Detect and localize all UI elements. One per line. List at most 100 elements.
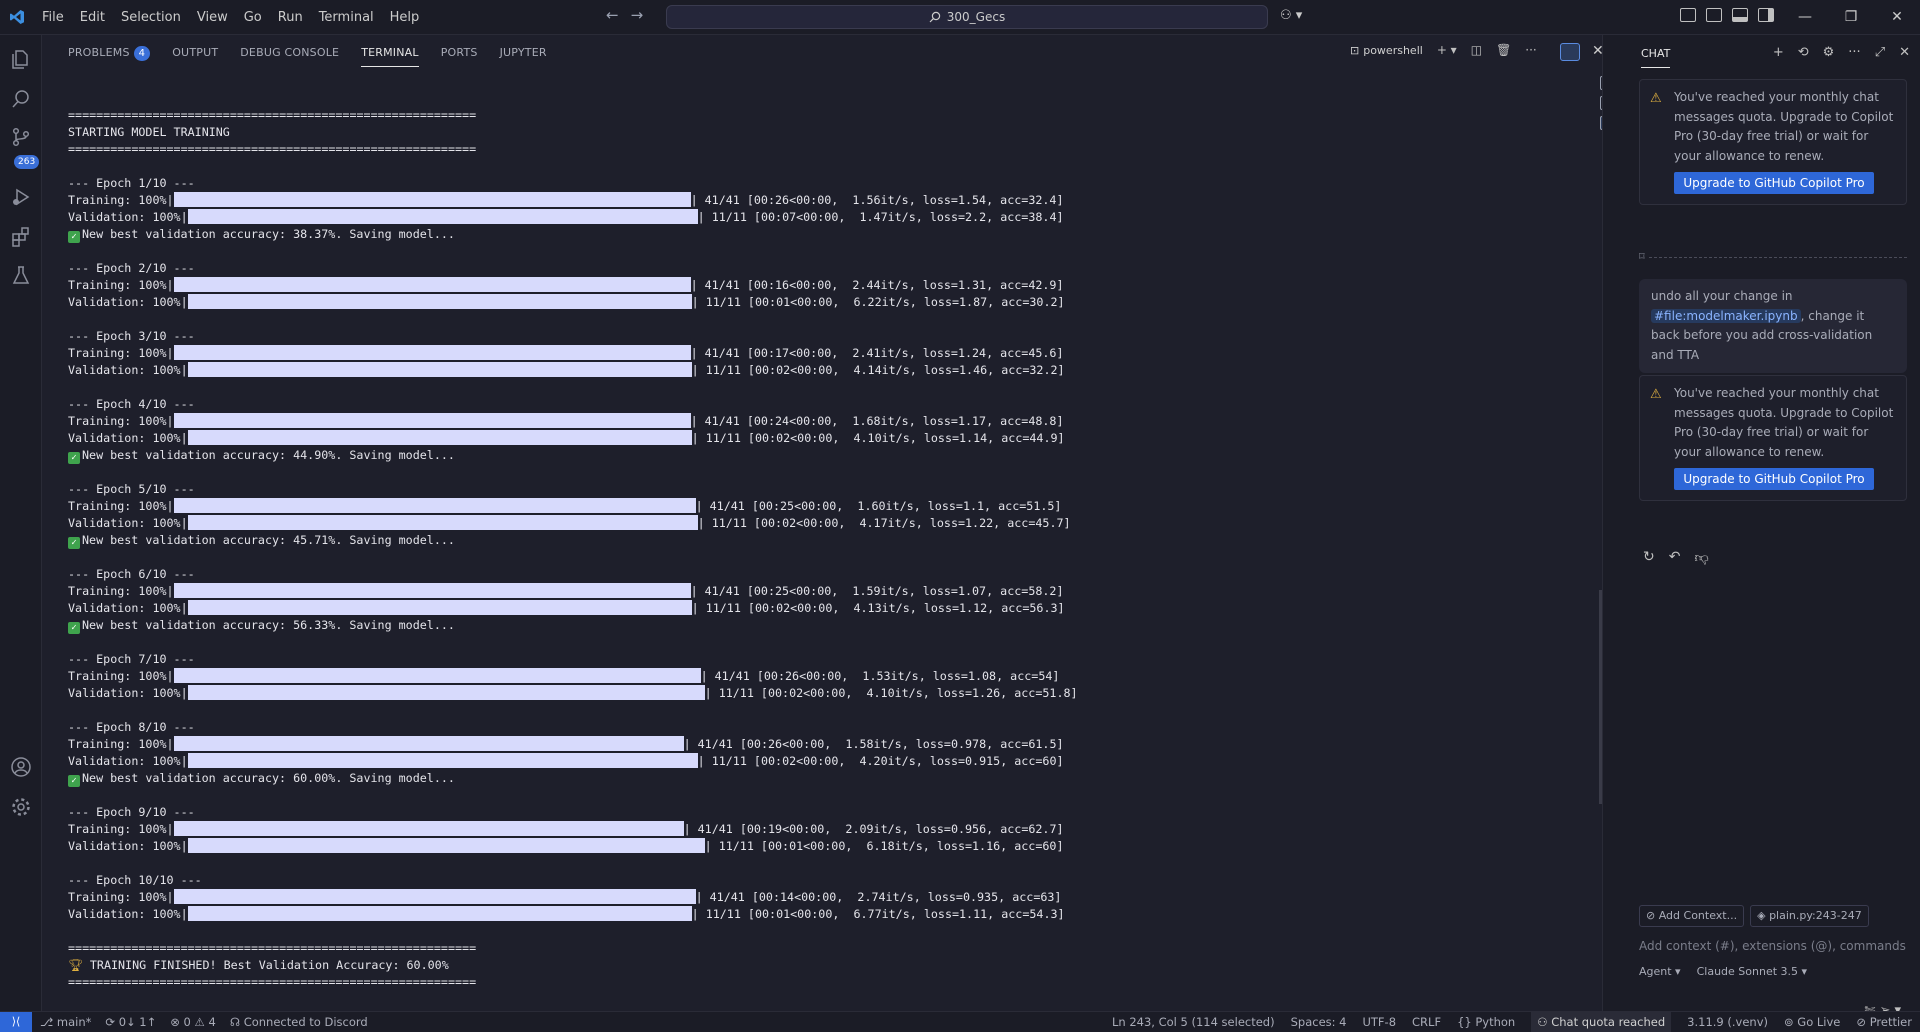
bottom-panel: PROBLEMS 4 OUTPUT DEBUG CONSOLE TERMINAL …: [42, 35, 1620, 1011]
upgrade-button[interactable]: Upgrade to GitHub Copilot Pro: [1674, 172, 1874, 194]
problems-indicator[interactable]: ⊗ 0 ⚠ 4: [170, 1012, 216, 1032]
menu-selection[interactable]: Selection: [113, 0, 189, 35]
validation-progress-bar: [187, 209, 698, 224]
explorer-icon[interactable]: [9, 47, 33, 71]
tab-output[interactable]: OUTPUT: [172, 35, 218, 71]
menu-view[interactable]: View: [189, 0, 236, 35]
file-reference-link[interactable]: #file:modelmaker.ipynb: [1651, 308, 1801, 323]
tab-terminal[interactable]: TERMINAL: [361, 35, 419, 71]
file-context-chip[interactable]: ◈ plain.py:243-247: [1750, 905, 1869, 927]
training-progress-bar: [173, 413, 691, 428]
layout-custom-icon[interactable]: [1680, 8, 1696, 22]
python-interpreter[interactable]: 3.11.9 (.venv): [1687, 1012, 1768, 1032]
search-icon[interactable]: [9, 87, 33, 111]
discord-status[interactable]: ☊ Connected to Discord: [230, 1012, 368, 1032]
encoding[interactable]: UTF-8: [1362, 1012, 1396, 1032]
chat-panel: CHAT + ⟲ ⚙ ··· ⤢ ✕ ⚠ You've reached your…: [1602, 35, 1920, 1018]
tab-problems[interactable]: PROBLEMS 4: [68, 35, 151, 71]
toggle-secondary-sidebar-icon[interactable]: [1758, 8, 1774, 22]
tab-jupyter[interactable]: JUPYTER: [500, 35, 547, 71]
menu-terminal[interactable]: Terminal: [311, 0, 382, 35]
retry-icon[interactable]: ↻: [1643, 549, 1655, 566]
new-chat-icon[interactable]: +: [1773, 45, 1784, 60]
progress-stats: | 11/11 [00:01<00:00, 6.22it/s, loss=1.8…: [691, 295, 1065, 309]
maximize-panel-icon[interactable]: [1560, 43, 1580, 61]
sync-indicator[interactable]: ⟳ 0↓ 1↑: [105, 1012, 156, 1032]
forward-arrow-icon[interactable]: →: [631, 6, 644, 24]
command-center-search[interactable]: 300_Gecs: [666, 5, 1268, 29]
status-bar: ⟩⟨ ⎇ main* ⟳ 0↓ 1↑ ⊗ 0 ⚠ 4 ☊ Connected t…: [0, 1011, 1920, 1032]
training-progress-bar: [173, 668, 701, 683]
branch-indicator[interactable]: ⎇ main*: [40, 1012, 91, 1032]
source-control-icon[interactable]: [9, 125, 33, 149]
restore-icon[interactable]: ❐: [1828, 0, 1874, 35]
indentation[interactable]: Spaces: 4: [1291, 1012, 1347, 1032]
more-actions-icon[interactable]: ···: [1525, 43, 1536, 57]
run-debug-icon[interactable]: [9, 185, 33, 209]
terminal-shell-selector[interactable]: ⊡ powershell: [1350, 44, 1423, 57]
go-live-button[interactable]: ⊚ Go Live: [1784, 1012, 1840, 1032]
more-icon[interactable]: ···: [1848, 45, 1860, 60]
menu-run[interactable]: Run: [270, 0, 311, 35]
settings-icon[interactable]: ⚙: [1823, 45, 1835, 60]
mode-selector[interactable]: Agent ▾: [1639, 965, 1681, 978]
menu-edit[interactable]: Edit: [72, 0, 113, 35]
settings-gear-icon[interactable]: [9, 795, 33, 819]
add-context-button[interactable]: ⊘ Add Context...: [1639, 905, 1745, 927]
close-icon[interactable]: ✕: [1899, 45, 1910, 60]
close-window-icon[interactable]: ✕: [1874, 0, 1920, 35]
minimize-icon[interactable]: —: [1782, 0, 1828, 35]
best-model-line: ✓ New best validation accuracy: 38.37%. S…: [68, 226, 1588, 243]
separator-line: ========================================…: [68, 941, 477, 955]
copilot-quota-status[interactable]: ⚇ Chat quota reached: [1531, 1012, 1672, 1032]
menu-file[interactable]: File: [34, 0, 72, 35]
end-of-line[interactable]: CRLF: [1412, 1012, 1441, 1032]
bookmark-icon[interactable]: ⌑: [1639, 250, 1649, 263]
chat-input-field[interactable]: Add context (#), extensions (@), command…: [1639, 939, 1907, 953]
cursor-position[interactable]: Ln 243, Col 5 (114 selected): [1112, 1012, 1275, 1032]
training-progress-line: Training: 100%| | 41/41 [00:25<00:00, 1.5…: [68, 583, 1588, 600]
chat-title[interactable]: CHAT: [1641, 47, 1671, 68]
validation-progress-bar: [187, 906, 692, 921]
tab-ports[interactable]: PORTS: [441, 35, 478, 71]
progress-stats: | 41/41 [00:26<00:00, 1.53it/s, loss=1.0…: [700, 669, 1060, 683]
model-selector[interactable]: Claude Sonnet 3.5 ▾: [1697, 965, 1807, 978]
history-icon[interactable]: ⟲: [1798, 45, 1809, 60]
progress-stats: | 41/41 [00:25<00:00, 1.60it/s, loss=1.1…: [695, 499, 1062, 513]
progress-stats: | 11/11 [00:01<00:00, 6.77it/s, loss=1.1…: [691, 907, 1065, 921]
menu-help[interactable]: Help: [382, 0, 428, 35]
discord-icon: ☊: [229, 1015, 244, 1029]
progress-stats: | 11/11 [00:02<00:00, 4.13it/s, loss=1.1…: [691, 601, 1065, 615]
prettier-status[interactable]: ⊘ Prettier: [1856, 1012, 1912, 1032]
branch-icon: ⎇: [40, 1015, 57, 1029]
thumbs-down-icon[interactable]: 👎︎: [1694, 549, 1708, 566]
python-file-icon: ◈: [1757, 909, 1770, 922]
toggle-primary-sidebar-icon[interactable]: [1706, 8, 1722, 22]
extensions-icon[interactable]: [9, 225, 33, 249]
language-mode[interactable]: {} Python: [1457, 1012, 1515, 1032]
tab-debug-console[interactable]: DEBUG CONSOLE: [240, 35, 339, 71]
quota-notice: ⚠ You've reached your monthly chat messa…: [1639, 79, 1907, 205]
progress-stats: | 41/41 [00:16<00:00, 2.44it/s, loss=1.3…: [690, 278, 1064, 292]
maximize-icon[interactable]: ⤢: [1875, 45, 1885, 60]
validation-progress-bar: [187, 600, 692, 615]
separator-line: ========================================…: [68, 142, 477, 156]
new-terminal-icon[interactable]: + ▾: [1437, 43, 1457, 57]
toggle-panel-icon[interactable]: [1732, 8, 1748, 22]
terminal-output[interactable]: ========================================…: [68, 73, 1588, 1011]
back-arrow-icon[interactable]: ←: [606, 6, 619, 24]
testing-flask-icon[interactable]: [9, 263, 33, 287]
undo-icon[interactable]: ↶: [1669, 549, 1681, 566]
account-icon[interactable]: [9, 755, 33, 779]
copilot-icon[interactable]: ⚇ ▾: [1280, 8, 1302, 23]
menu-go[interactable]: Go: [236, 0, 270, 35]
remote-indicator-icon[interactable]: ⟩⟨: [0, 1012, 32, 1032]
split-terminal-icon[interactable]: ◫: [1471, 43, 1482, 57]
upgrade-button[interactable]: Upgrade to GitHub Copilot Pro: [1674, 468, 1874, 490]
validation-progress-line: Validation: 100%| | 11/11 [00:01<00:00, 6…: [68, 294, 1588, 311]
kill-terminal-icon[interactable]: 🗑: [1496, 43, 1511, 57]
